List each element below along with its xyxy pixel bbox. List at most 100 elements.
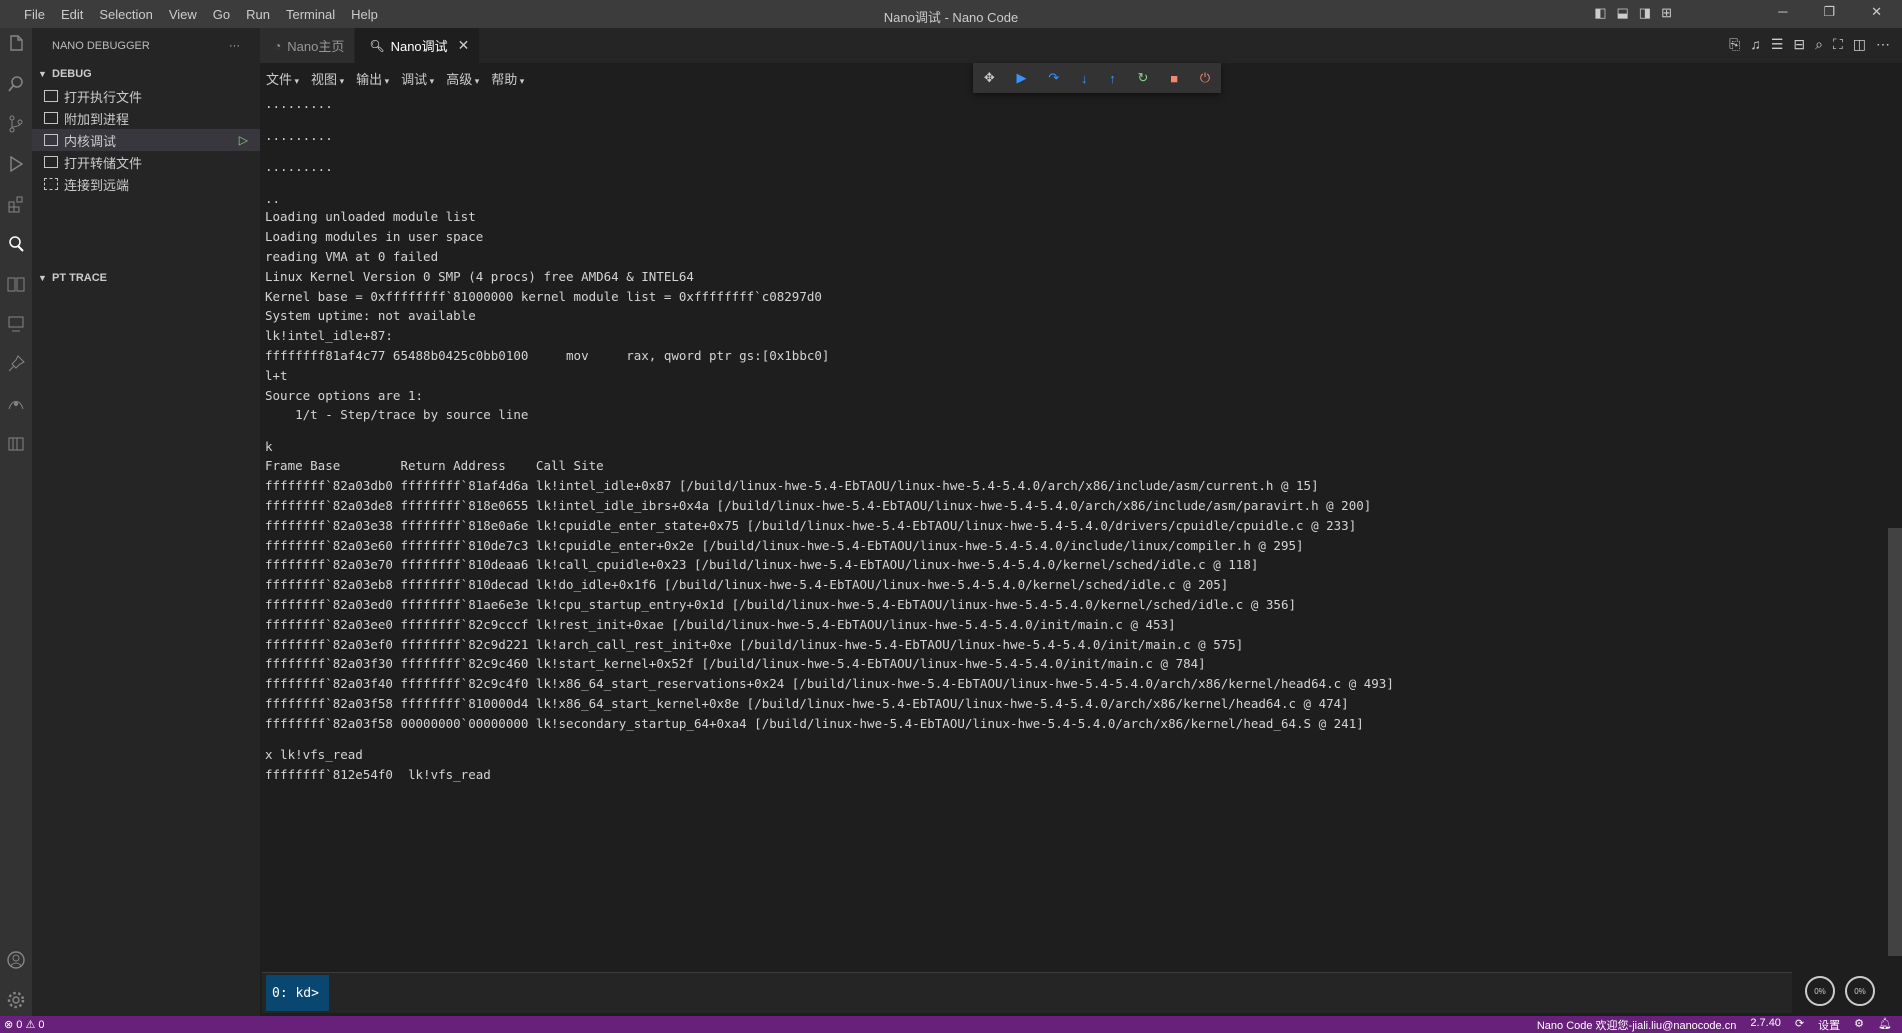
sidebar-item-label: 打开执行文件 xyxy=(64,89,143,105)
explorer-icon[interactable] xyxy=(0,28,32,60)
command-input[interactable] xyxy=(334,977,1788,1011)
output-line: ffffffff`82a03ed0 ffffffff`81ae6e3e lk!c… xyxy=(265,597,1297,612)
output-line: ffffffff`82a03f58 00000000`00000000 lk!s… xyxy=(265,716,1364,731)
output-line: lk!intel_idle+87: xyxy=(265,328,393,343)
memory-gauge: 0% xyxy=(1845,976,1875,1006)
close-icon[interactable]: ✕ xyxy=(458,37,470,54)
more-actions-icon[interactable]: ··· xyxy=(229,40,240,52)
step-into-icon[interactable]: ↓ xyxy=(1081,71,1088,86)
step-over-icon[interactable]: ↷ xyxy=(1048,70,1059,86)
music-note-icon[interactable]: ♫ xyxy=(1750,36,1761,53)
sidebar-item-kernel-debug[interactable]: 内核调试 ▷ xyxy=(32,129,260,151)
menu-file[interactable]: File xyxy=(16,7,53,22)
tab-nano-home[interactable]: ◔ Nano主页 xyxy=(260,28,356,63)
output-line: ......... xyxy=(265,96,333,111)
output-line: Frame Base Return Address Call Site xyxy=(265,458,604,473)
source-control-icon[interactable] xyxy=(0,108,32,140)
manage-gear-icon[interactable] xyxy=(0,984,32,1016)
notifications-bell-icon[interactable]: 🔔︎ xyxy=(1878,1017,1892,1033)
pt-trace-section-header[interactable]: ▼ PT TRACE xyxy=(32,267,260,289)
command-bar: 0: kd> xyxy=(262,972,1792,1013)
account-icon[interactable] xyxy=(0,944,32,976)
restart-icon[interactable]: ↻ xyxy=(1138,70,1149,86)
device-icon[interactable] xyxy=(0,308,32,340)
sidebar-item-label: 附加到进程 xyxy=(64,111,130,127)
tab-nano-debug[interactable]: 🔍︎ Nano调试 ✕ xyxy=(355,28,481,63)
menu-help-cn[interactable]: 帮助 xyxy=(485,69,530,88)
magnify-icon[interactable]: ⌕ xyxy=(1815,36,1823,53)
output-scrollbar[interactable] xyxy=(1888,528,1902,956)
sidebar-item-open-dump[interactable]: 打开转储文件 xyxy=(32,151,260,173)
menu-run[interactable]: Run xyxy=(238,7,278,22)
search-icon[interactable] xyxy=(0,68,32,100)
sync-icon[interactable]: ⟳ xyxy=(1795,1017,1804,1033)
stop-icon[interactable]: ■ xyxy=(1170,71,1178,86)
split-editor-icon[interactable]: ◫ xyxy=(1853,36,1866,53)
run-debug-icon[interactable] xyxy=(0,148,32,180)
menu-go[interactable]: Go xyxy=(205,7,238,22)
version-status[interactable]: 2.7.40 xyxy=(1750,1017,1781,1033)
settings-status[interactable]: 设置 xyxy=(1818,1017,1840,1033)
output-line: Kernel base = 0xffffffff`81000000 kernel… xyxy=(265,289,822,304)
output-line: ffffffff`82a03f40 ffffffff`82c9c4f0 lk!x… xyxy=(265,676,1394,691)
stack-icon[interactable]: ☰ xyxy=(1771,36,1784,53)
debug-section-header[interactable]: ▼ DEBUG xyxy=(32,63,260,85)
more-actions-icon[interactable]: ⋯ xyxy=(1876,36,1890,53)
sidebar-item-connect-remote[interactable]: 连接到远端 xyxy=(32,173,260,195)
menu-bar: File Edit Selection View Go Run Terminal… xyxy=(0,0,386,28)
output-line: ffffffff`82a03ee0 ffffffff`82c9cccf lk!r… xyxy=(265,617,1176,632)
toggle-sidebar-icon[interactable]: ◧ xyxy=(1594,5,1606,21)
chevron-down-icon: ▼ xyxy=(38,273,47,283)
menu-debug-cn[interactable]: 调试 xyxy=(395,69,440,88)
output-line: ffffffff`82a03eb8 ffffffff`810decad lk!d… xyxy=(265,577,1229,592)
menu-output-cn[interactable]: 输出 xyxy=(350,69,395,88)
fullscreen-icon[interactable]: ⛶ xyxy=(1833,36,1843,53)
panel-icon xyxy=(44,90,58,102)
nano-debugger-icon[interactable] xyxy=(0,228,32,260)
play-icon[interactable]: ▷ xyxy=(239,133,248,147)
output-line: x lk!vfs_read xyxy=(265,747,363,762)
toggle-panel-icon[interactable]: ⬓ xyxy=(1617,5,1629,21)
welcome-status[interactable]: Nano Code 欢迎您-jiali.liu@nanocode.cn xyxy=(1537,1017,1737,1033)
problems-indicator[interactable]: ⊗ 0 ⚠ 0 xyxy=(0,1018,44,1031)
extensions-icon[interactable] xyxy=(0,188,32,220)
customize-layout-icon[interactable]: ⊞ xyxy=(1661,5,1672,21)
remote-icon xyxy=(44,178,58,190)
restore-icon[interactable]: ❐ xyxy=(1823,4,1835,20)
minimize-icon[interactable]: ─ xyxy=(1778,4,1787,20)
settings-gear-icon[interactable]: ⚙ xyxy=(1854,1017,1864,1033)
step-out-icon[interactable]: ↑ xyxy=(1109,71,1116,86)
output-line: ffffffff`82a03ef0 ffffffff`82c9d221 lk!a… xyxy=(265,637,1244,652)
pin-icon[interactable] xyxy=(0,348,32,380)
menu-edit[interactable]: Edit xyxy=(53,7,91,22)
menu-view-cn[interactable]: 视图 xyxy=(305,69,350,88)
sidebar-item-attach-process[interactable]: 附加到进程 xyxy=(32,107,260,129)
close-window-icon[interactable]: ✕ xyxy=(1871,4,1882,20)
disconnect-icon[interactable]: ⏻ xyxy=(1200,70,1210,86)
menu-advanced-cn[interactable]: 高级 xyxy=(440,69,485,88)
sidebar-item-label: 内核调试 xyxy=(64,133,117,149)
panel-icon xyxy=(44,134,58,146)
menu-terminal[interactable]: Terminal xyxy=(278,7,343,22)
panel-icon[interactable] xyxy=(0,428,32,460)
output-line: ffffffff`812e54f0 lk!vfs_read xyxy=(265,767,491,782)
menu-selection[interactable]: Selection xyxy=(91,7,160,22)
panel-icon xyxy=(44,112,58,124)
continue-icon[interactable]: ▶ xyxy=(1017,70,1027,86)
sidebar-item-open-executable[interactable]: 打开执行文件 xyxy=(32,85,260,107)
sidebar-title: NANO DEBUGGER xyxy=(52,39,150,52)
menu-help[interactable]: Help xyxy=(343,7,386,22)
toggle-secondary-sidebar-icon[interactable]: ◨ xyxy=(1639,5,1651,21)
command-prompt: 0: kd> xyxy=(266,975,329,1011)
nano-logo-icon: ◔ xyxy=(274,38,282,53)
output-line: ffffffff`82a03e70 ffffffff`810deaa6 lk!c… xyxy=(265,557,1259,572)
drag-handle-icon[interactable]: ✥ xyxy=(984,70,995,86)
trace-icon[interactable] xyxy=(0,388,32,420)
tab-label: Nano调试 xyxy=(390,39,448,54)
table-icon[interactable]: ⊟ xyxy=(1793,36,1805,53)
editor-tabs: ◔ Nano主页 🔍︎ Nano调试 ✕ ⎘ ♫ ☰ ⊟ ⌕ ⛶ ◫ ⋯ xyxy=(260,28,1902,63)
menu-file-cn[interactable]: 文件 xyxy=(260,69,305,88)
book-icon[interactable] xyxy=(0,268,32,300)
menu-view[interactable]: View xyxy=(161,7,205,22)
open-file-icon[interactable]: ⎘ xyxy=(1729,36,1740,53)
